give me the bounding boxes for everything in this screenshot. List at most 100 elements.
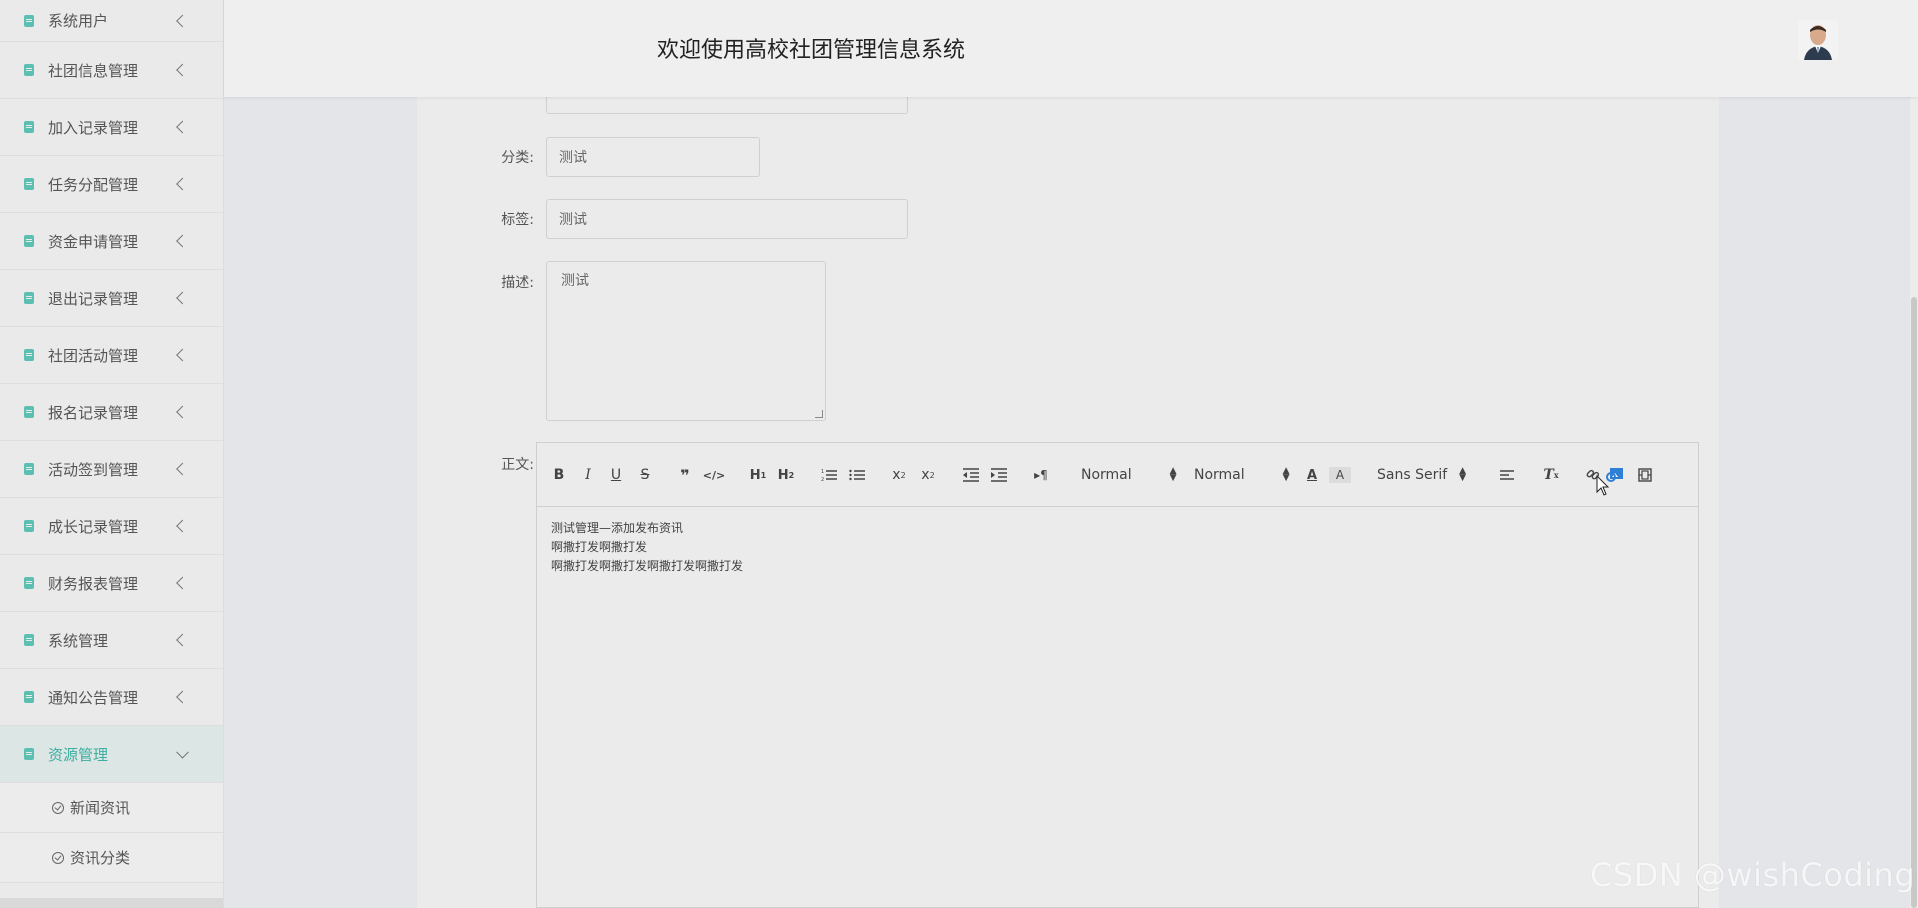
page-title: 欢迎使用高校社团管理信息系统 <box>657 38 966 63</box>
align-left-icon <box>1500 470 1514 480</box>
underline-button[interactable]: U <box>605 465 627 485</box>
header1-button[interactable]: H1 <box>747 465 769 485</box>
background-color-button[interactable]: A <box>1329 467 1351 483</box>
document-icon <box>24 748 34 760</box>
page-scrollbar[interactable] <box>1910 97 1918 908</box>
chevron-left-icon <box>176 14 189 27</box>
chevron-left-icon <box>176 405 189 419</box>
header-picker-value: Normal <box>1081 467 1132 483</box>
mouse-cursor-icon <box>1596 475 1610 496</box>
document-icon <box>24 349 34 361</box>
header2-button[interactable]: H2 <box>775 465 797 485</box>
sidebar-item-financial-reports[interactable]: 财务报表管理 <box>0 555 223 612</box>
sidebar-item-label: 社团信息管理 <box>48 61 139 80</box>
sidebar-subitem-news[interactable]: 新闻资讯 <box>0 783 223 833</box>
sidebar-item-activity-checkin[interactable]: 活动签到管理 <box>0 441 223 498</box>
sidebar-item-system-management[interactable]: 系统管理 <box>0 612 223 669</box>
font-picker-value: Sans Serif <box>1377 467 1448 483</box>
ordered-list-icon: 12 <box>821 469 837 482</box>
sidebar-subitem-news-category[interactable]: 资讯分类 <box>0 833 223 883</box>
chevron-left-icon <box>176 120 189 134</box>
sidebar-item-resource-management[interactable]: 资源管理 <box>0 726 223 783</box>
sidebar-item-fund-applications[interactable]: 资金申请管理 <box>0 213 223 270</box>
superscript-button[interactable]: x2 <box>917 465 939 485</box>
sidebar-item-announcements[interactable]: 通知公告管理 <box>0 669 223 726</box>
sidebar-item-label: 加入记录管理 <box>48 118 139 137</box>
outdent-button[interactable] <box>960 465 982 485</box>
scrollbar-thumb[interactable] <box>1911 297 1917 908</box>
category-label: 分类: <box>501 150 534 166</box>
updown-arrows-icon: ▲ ▼ <box>1169 466 1177 483</box>
sidebar-item-system-users[interactable]: 系统用户 <box>0 0 223 42</box>
sidebar-item-exit-records[interactable]: 退出记录管理 <box>0 270 223 327</box>
code-block-button[interactable]: </> <box>703 465 725 485</box>
sidebar-item-label: 活动签到管理 <box>48 460 139 479</box>
sidebar-item-label: 通知公告管理 <box>48 688 139 707</box>
updown-arrows-icon: ▲ ▼ <box>1282 466 1290 483</box>
description-textarea[interactable]: 测试 <box>546 261 826 421</box>
chevron-left-icon <box>176 576 189 590</box>
sidebar-item-club-info[interactable]: 社团信息管理 <box>0 42 223 99</box>
sidebar-item-join-records[interactable]: 加入记录管理 <box>0 99 223 156</box>
size-picker-value: Normal <box>1194 467 1245 483</box>
description-label: 描述: <box>501 275 534 291</box>
watermark: CSDN @wishCoding <box>1590 856 1916 894</box>
document-icon <box>24 463 34 475</box>
bold-button[interactable]: B <box>548 465 570 485</box>
user-avatar-icon <box>1798 20 1838 60</box>
top-header: 欢迎使用高校社团管理信息系统 <box>224 0 1918 97</box>
editor-line: 啊撒打发啊撒打发啊撒打发啊撒打发 <box>551 559 744 573</box>
font-picker[interactable]: Sans Serif ▲ ▼ <box>1377 465 1477 485</box>
tags-label: 标签: <box>501 212 534 228</box>
sidebar-horizontal-scrollbar[interactable] <box>0 898 223 908</box>
document-icon <box>24 691 34 703</box>
sidebar-item-task-assignment[interactable]: 任务分配管理 <box>0 156 223 213</box>
indent-button[interactable] <box>988 465 1010 485</box>
sidebar-item-label: 资金申请管理 <box>48 232 139 251</box>
sidebar-item-label: 系统用户 <box>48 12 109 30</box>
sidebar-item-club-activities[interactable]: 社团活动管理 <box>0 327 223 384</box>
italic-button[interactable]: I <box>577 465 599 485</box>
document-icon <box>24 121 34 133</box>
tags-input[interactable]: 测试 <box>546 199 908 239</box>
sidebar-item-growth-records[interactable]: 成长记录管理 <box>0 498 223 555</box>
rich-text-editor: B I U S ❞ </> H1 H2 12 x2 x2 ▸¶ Normal ▲… <box>536 442 1699 908</box>
document-icon <box>24 406 34 418</box>
header-picker[interactable]: Normal ▲ ▼ <box>1081 465 1177 485</box>
document-icon <box>24 292 34 304</box>
chevron-down-icon <box>176 745 189 759</box>
ordered-list-button[interactable]: 12 <box>818 465 840 485</box>
chevron-left-icon <box>176 519 189 533</box>
chevron-left-icon <box>176 633 189 647</box>
category-input[interactable]: 测试 <box>546 137 760 177</box>
text-direction-button[interactable]: ▸¶ <box>1030 465 1052 485</box>
avatar[interactable] <box>1798 20 1838 60</box>
editor-content[interactable]: 测试管理—添加发布资讯 啊撒打发啊撒打发 啊撒打发啊撒打发啊撒打发啊撒打发 <box>537 507 1698 588</box>
check-circle-icon <box>52 801 64 814</box>
resize-handle[interactable] <box>815 410 823 418</box>
sidebar-item-label: 系统管理 <box>48 631 109 650</box>
video-button[interactable] <box>1634 465 1656 485</box>
video-icon <box>1638 468 1652 482</box>
align-button[interactable] <box>1496 465 1518 485</box>
font-color-button[interactable]: A <box>1301 465 1323 485</box>
document-icon <box>24 634 34 646</box>
size-picker[interactable]: Normal ▲ ▼ <box>1194 465 1290 485</box>
document-icon <box>24 178 34 190</box>
editor-line: 测试管理—添加发布资讯 <box>551 521 684 535</box>
clean-format-button[interactable]: Tx <box>1540 465 1562 485</box>
document-icon <box>24 577 34 589</box>
chevron-left-icon <box>176 690 189 704</box>
subscript-button[interactable]: x2 <box>888 465 910 485</box>
sidebar-item-registration-records[interactable]: 报名记录管理 <box>0 384 223 441</box>
document-icon <box>24 14 34 27</box>
chevron-left-icon <box>176 63 189 77</box>
editor-toolbar: B I U S ❞ </> H1 H2 12 x2 x2 ▸¶ Normal ▲… <box>537 443 1698 507</box>
sidebar-item-label: 报名记录管理 <box>48 403 139 422</box>
bullet-list-button[interactable] <box>846 465 868 485</box>
sidebar-item-label: 成长记录管理 <box>48 517 139 536</box>
sidebar-item-label: 资源管理 <box>48 745 109 764</box>
strike-button[interactable]: S <box>634 465 656 485</box>
sidebar-subitem-label: 新闻资讯 <box>70 799 131 817</box>
blockquote-button[interactable]: ❞ <box>674 465 696 485</box>
